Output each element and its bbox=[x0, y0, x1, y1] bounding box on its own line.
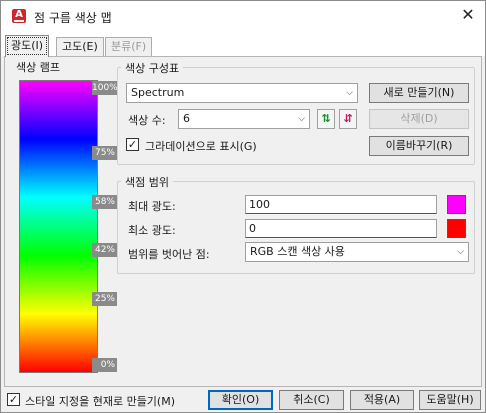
gradient-label: 그라데이션으로 표시(G) bbox=[145, 140, 257, 153]
max-intensity-label: 최대 광도: bbox=[128, 200, 176, 213]
out-of-range-select[interactable]: RGB 스캔 색상 사용 ⌵ bbox=[245, 242, 469, 262]
ramp-tick-label: 0% bbox=[92, 358, 117, 372]
color-scheme-value: Spectrum bbox=[131, 86, 185, 99]
help-button[interactable]: 도움말(H) bbox=[419, 390, 481, 410]
autocad-app-icon: A bbox=[12, 9, 26, 23]
close-icon[interactable]: ✕ bbox=[455, 5, 481, 27]
color-count-select[interactable]: 6 ⌵ bbox=[178, 109, 310, 129]
color-ramp: 100% 75% 58% 42% 25% 0% bbox=[19, 80, 118, 373]
chevron-down-icon: ⌵ bbox=[298, 114, 305, 124]
dialog-window: A 점 구름 색상 맵 ✕ 광도(I) 고도(E) 분류(F) 색상 램프 10… bbox=[0, 0, 486, 413]
delete-scheme-button[interactable]: 삭제(D) bbox=[369, 109, 469, 129]
ramp-tick-label: 42% bbox=[92, 243, 117, 257]
apply-button[interactable]: 적용(A) bbox=[350, 390, 414, 410]
min-intensity-label: 최소 광도: bbox=[128, 224, 176, 237]
chevron-down-icon: ⌵ bbox=[346, 88, 353, 98]
min-color-swatch[interactable] bbox=[447, 219, 466, 238]
tab-classification[interactable]: 분류(F) bbox=[105, 37, 153, 56]
out-of-range-label: 범위를 벗어난 점: bbox=[128, 248, 210, 261]
chevron-down-icon: ⌵ bbox=[457, 247, 464, 257]
color-ramp-title: 색상 램프 bbox=[16, 61, 60, 74]
title-bar: A 점 구름 색상 맵 ✕ bbox=[1, 1, 485, 32]
color-scheme-title: 색상 구성표 bbox=[121, 60, 184, 76]
swap-colors-icon[interactable]: ⇅ bbox=[317, 109, 335, 129]
min-intensity-input[interactable]: 0 bbox=[245, 219, 437, 238]
set-style-current-label: 스타일 지정을 현재로 만들기(M) bbox=[25, 395, 176, 408]
color-count-value: 6 bbox=[183, 112, 190, 125]
max-color-swatch[interactable] bbox=[447, 195, 466, 214]
ok-button[interactable]: 확인(O) bbox=[208, 390, 273, 410]
new-scheme-button[interactable]: 새로 만들기(N) bbox=[369, 83, 469, 103]
max-intensity-input[interactable]: 100 bbox=[245, 195, 437, 214]
color-order-icon[interactable]: ⇵ bbox=[339, 109, 357, 129]
tab-elevation[interactable]: 고도(E) bbox=[56, 37, 104, 56]
color-scheme-select[interactable]: Spectrum ⌵ bbox=[126, 83, 358, 103]
ramp-tick-label: 25% bbox=[92, 292, 117, 306]
color-count-label: 색상 수: bbox=[128, 114, 166, 127]
tab-intensity[interactable]: 광도(I) bbox=[5, 35, 50, 57]
gradient-checkbox[interactable]: ✓ bbox=[126, 138, 139, 151]
ramp-tick-label: 75% bbox=[92, 146, 117, 160]
set-style-current-checkbox[interactable]: ✓ bbox=[7, 393, 20, 406]
ramp-tick-label: 58% bbox=[92, 195, 117, 209]
out-of-range-value: RGB 스캔 색상 사용 bbox=[250, 245, 345, 258]
dialog-title: 점 구름 색상 맵 bbox=[34, 11, 112, 25]
color-range-title: 색점 범위 bbox=[121, 174, 173, 190]
cancel-button[interactable]: 취소(C) bbox=[279, 390, 344, 410]
ramp-tick-label: 100% bbox=[92, 81, 118, 95]
rename-scheme-button[interactable]: 이름바꾸기(R) bbox=[369, 136, 469, 156]
